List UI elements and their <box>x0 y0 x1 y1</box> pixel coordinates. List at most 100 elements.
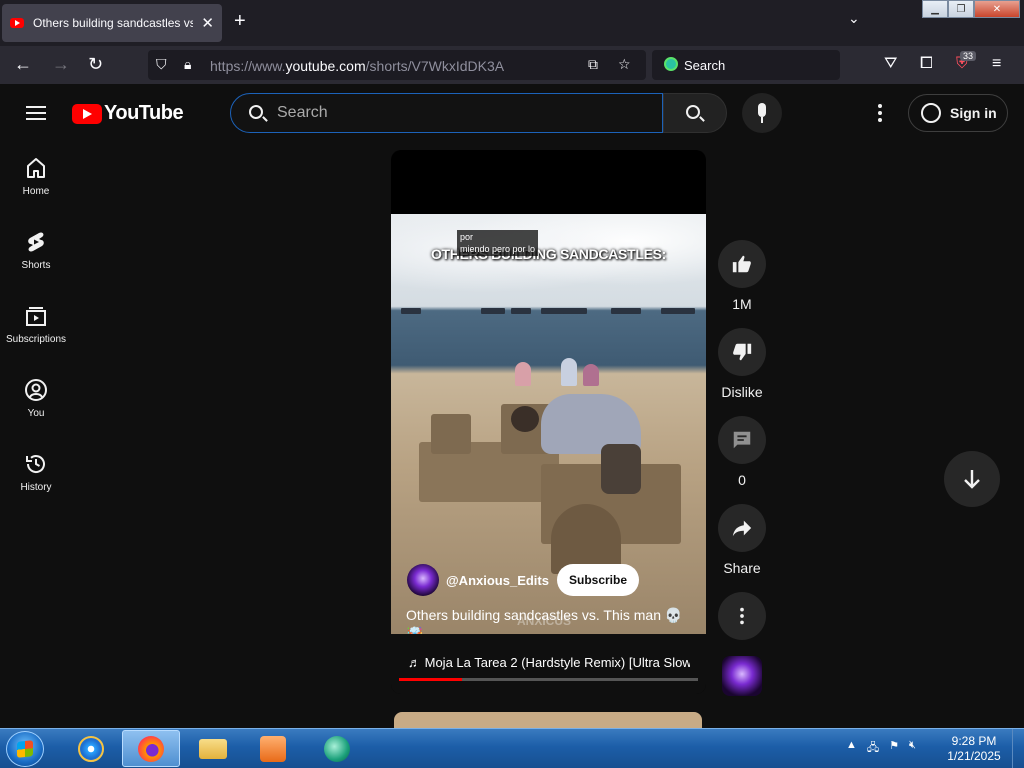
thumb-up-icon <box>732 255 751 273</box>
comment-count: 0 <box>738 472 746 488</box>
youtube-logo[interactable]: YouTube <box>72 102 184 125</box>
subscribe-button[interactable]: Subscribe <box>556 564 640 596</box>
sound-channel-avatar[interactable] <box>722 656 762 696</box>
music-title[interactable]: ♬ Moja La Tarea 2 (Hardstyle Remix) [Ult… <box>408 655 690 670</box>
url-bar[interactable]: ⛉ 🔒︎ https://www.youtube.com/shorts/V7Wk… <box>148 50 646 80</box>
sidebar-item-label: Shorts <box>21 260 51 271</box>
sidebar-item-history[interactable]: History <box>0 444 72 504</box>
system-tray: ▲ 🖧︎ ⚑ 🔇︎ <box>846 739 916 758</box>
taskbar-media-player[interactable] <box>244 730 302 767</box>
extension-badge: 33 <box>960 51 977 61</box>
app-menu-icon[interactable]: ≡ <box>992 55 1001 73</box>
tab-title: Others building sandcastles vs. <box>33 16 193 30</box>
music-note-icon: ♬ <box>408 655 421 670</box>
browser-search-box[interactable]: Search <box>652 50 840 80</box>
next-short-button[interactable] <box>944 451 1000 507</box>
list-tabs-chevron-icon[interactable]: ⌄ <box>848 10 860 27</box>
taskbar-app[interactable] <box>308 730 366 767</box>
dislike-label: Dislike <box>721 384 763 400</box>
search-box[interactable] <box>230 93 663 133</box>
taskbar-firefox[interactable] <box>122 730 180 767</box>
search-input[interactable] <box>277 104 647 122</box>
youtube-favicon-icon <box>10 18 24 28</box>
taskbar-clock[interactable]: 9:28 PM 1/21/2025 <box>944 734 1004 764</box>
search-button[interactable] <box>663 93 727 133</box>
channel-name[interactable]: @Anxious_Edits <box>446 573 549 588</box>
sign-in-button[interactable]: Sign in <box>908 94 1008 132</box>
sidebar-item-label: Home <box>22 186 50 197</box>
share-action: Share <box>718 504 766 576</box>
clock-date: 1/21/2025 <box>947 749 1001 763</box>
tray-expand-icon[interactable]: ▲ <box>846 739 857 758</box>
taskbar-internet-explorer[interactable] <box>62 730 120 767</box>
forward-icon[interactable]: → <box>52 54 70 75</box>
channel-info: @Anxious_Edits Subscribe <box>407 564 640 596</box>
share-button[interactable] <box>718 504 766 552</box>
closed-caption: por miendo pero por lo <box>457 230 539 256</box>
folder-icon <box>199 738 227 759</box>
music-bar[interactable]: ♬ Moja La Tarea 2 (Hardstyle Remix) [Ult… <box>391 634 706 694</box>
restore-button[interactable]: ❐ <box>948 0 974 18</box>
like-count: 1M <box>732 296 752 312</box>
tab-close-icon[interactable]: ✕ <box>201 14 214 32</box>
sidebar-item-shorts[interactable]: Shorts <box>0 222 72 282</box>
tracking-shield-icon[interactable]: ⛉ <box>156 56 167 73</box>
dislike-action: Dislike <box>718 328 766 400</box>
firefox-icon <box>138 735 164 762</box>
action-center-flag-icon[interactable]: ⚑ <box>889 739 899 758</box>
browser-search-placeholder: Search <box>684 58 726 73</box>
network-icon[interactable]: 🖧︎ <box>867 739 879 758</box>
video-progress-bar[interactable] <box>399 678 698 681</box>
volume-muted-icon[interactable]: 🔇︎ <box>909 739 916 758</box>
subscriptions-icon <box>24 304 48 328</box>
window-controls: ▁ ❐ ✕ <box>922 0 1020 18</box>
guide-menu-icon[interactable] <box>26 106 46 120</box>
video-ships <box>391 308 706 316</box>
url-text[interactable]: https://www.youtube.com/shorts/V7WkxIdDK… <box>210 58 504 74</box>
back-icon[interactable]: ← <box>14 54 32 75</box>
arrow-down-icon <box>964 470 980 489</box>
comment-icon <box>733 431 751 449</box>
show-desktop-button[interactable] <box>1012 729 1024 768</box>
history-icon <box>24 452 48 476</box>
lock-icon[interactable]: 🔒︎ <box>184 56 191 73</box>
voice-search-button[interactable] <box>742 93 782 133</box>
close-window-button[interactable]: ✕ <box>974 0 1020 18</box>
channel-avatar[interactable] <box>407 564 439 596</box>
pocket-icon[interactable]: ⛛ <box>884 55 897 73</box>
picture-in-picture-icon[interactable]: ⧉ <box>588 56 598 73</box>
share-arrow-icon <box>732 520 752 537</box>
screen: Others building sandcastles vs. ✕ + ⌄ ▁ … <box>0 0 1024 768</box>
shorts-video-player[interactable]: OTHERS BUILDING SANDCASTLES: por miendo … <box>391 150 706 694</box>
minimize-button[interactable]: ▁ <box>922 0 948 18</box>
bookmark-star-icon[interactable]: ☆ <box>618 56 631 73</box>
like-button[interactable] <box>718 240 766 288</box>
reload-icon[interactable]: ↻ <box>88 54 103 75</box>
more-action <box>718 592 766 640</box>
new-tab-button[interactable]: + <box>234 10 246 33</box>
clock-time: 9:28 PM <box>951 734 997 748</box>
taskbar-file-explorer[interactable] <box>184 730 242 767</box>
sidebar-item-you[interactable]: You <box>0 370 72 430</box>
extensions-icon[interactable]: ⧠ <box>920 55 933 73</box>
sidebar-item-home[interactable]: Home <box>0 148 72 208</box>
caption-line: por <box>460 232 474 242</box>
share-label: Share <box>723 560 761 576</box>
sidebar-item-subscriptions[interactable]: Subscriptions <box>0 296 72 356</box>
music-title-text: Moja La Tarea 2 (Hardstyle Remix) [Ultra… <box>424 655 690 670</box>
video-overlay-title: OTHERS BUILDING SANDCASTLES: <box>430 246 667 262</box>
dislike-button[interactable] <box>718 328 766 376</box>
app-icon <box>324 735 350 762</box>
comments-button[interactable] <box>718 416 766 464</box>
media-player-icon <box>260 735 286 762</box>
youtube-page: YouTube Sign in Home <box>0 84 1024 732</box>
home-icon <box>24 156 48 180</box>
youtube-play-icon <box>72 103 102 124</box>
sidebar-item-label: History <box>20 482 52 493</box>
browser-nav-bar: ← → ↻ ⛉ 🔒︎ https://www.youtube.com/short… <box>0 46 1024 84</box>
settings-kebab-icon[interactable] <box>878 104 882 125</box>
more-options-button[interactable] <box>718 592 766 640</box>
tab-youtube-short[interactable]: Others building sandcastles vs. ✕ <box>2 4 222 42</box>
start-button[interactable] <box>6 731 44 767</box>
video-builder <box>511 384 651 494</box>
